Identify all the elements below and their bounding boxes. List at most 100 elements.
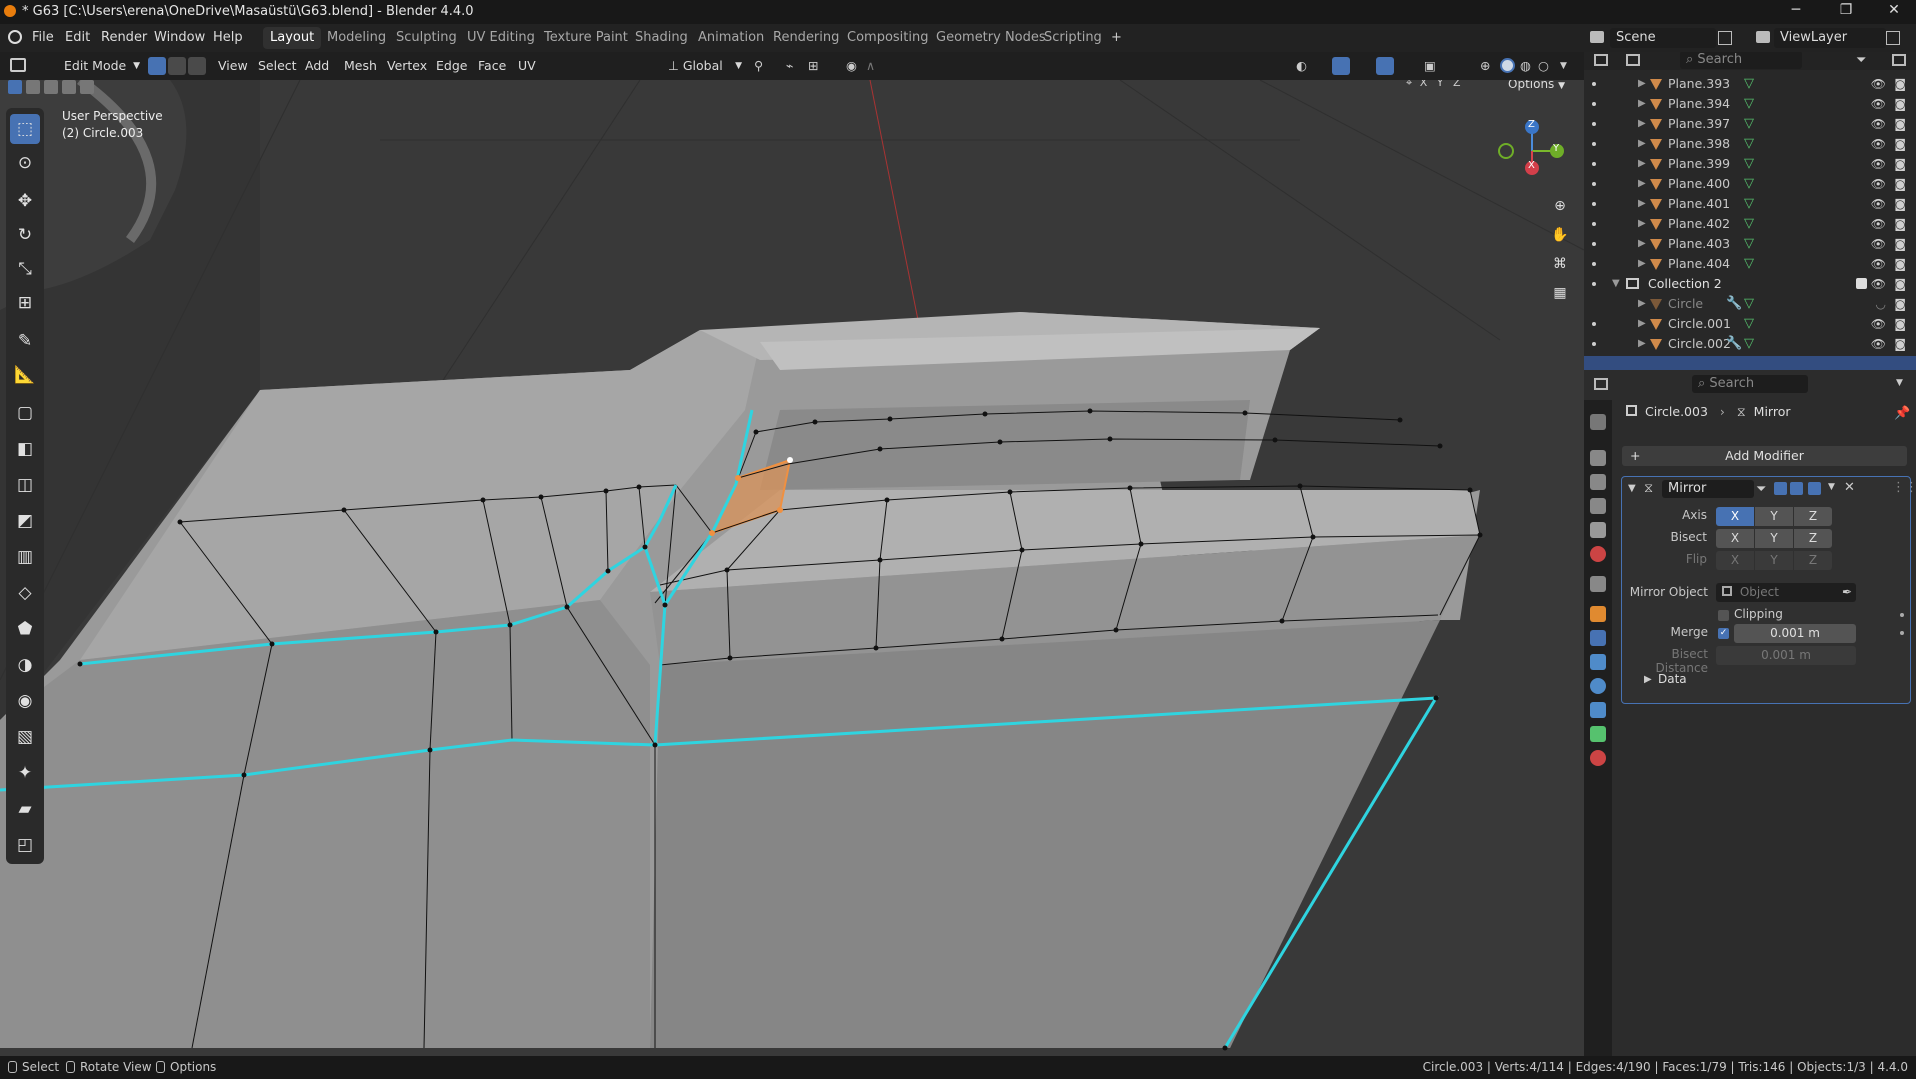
material-shading-icon[interactable]: ◍ (1520, 56, 1531, 76)
menu-window[interactable]: Window (154, 30, 205, 45)
blender-menu-icon[interactable] (8, 30, 22, 44)
visibility-eye-icon[interactable]: 👁 (1871, 134, 1886, 154)
menu-view[interactable]: View (218, 56, 248, 76)
viewport-toggle-icon[interactable] (1790, 482, 1803, 495)
smooth-tool-icon[interactable]: ◉ (10, 686, 40, 716)
properties-search-input[interactable]: ⌕ Search (1692, 375, 1808, 393)
expand-arrow-icon[interactable]: ▶ (1638, 174, 1646, 194)
menu-mesh[interactable]: Mesh (344, 56, 377, 76)
new-view-layer-icon[interactable] (1886, 31, 1900, 45)
scene-field[interactable]: Scene (1610, 28, 1716, 48)
mirror-object-field[interactable]: Object ✒ (1716, 583, 1856, 602)
mesh-data-tab-icon[interactable] (1590, 726, 1606, 742)
outliner-item[interactable]: ▶ Circle 🔧 ▽ ◡ ◙ (1584, 294, 1916, 314)
chevron-down-icon[interactable]: ▼ (1828, 482, 1835, 492)
bevel-tool-icon[interactable]: ◩ (10, 506, 40, 536)
visibility-eye-icon[interactable]: 👁 (1871, 194, 1886, 214)
expand-arrow-icon[interactable]: ▶ (1638, 294, 1646, 314)
output-tab-icon[interactable] (1590, 474, 1606, 490)
render-camera-icon[interactable]: ◙ (1894, 134, 1906, 154)
menu-vertex[interactable]: Vertex (387, 56, 427, 76)
select-invert-icon[interactable] (62, 80, 76, 94)
collection-tab-icon[interactable] (1590, 576, 1606, 592)
expand-arrow-icon[interactable]: ▶ (1638, 74, 1646, 94)
spin-tool-icon[interactable]: ◑ (10, 650, 40, 680)
editor-type-icon[interactable] (10, 58, 26, 72)
outliner-item[interactable]: ▶ Plane.394 ▽ 👁 ◙ (1584, 94, 1916, 114)
outliner-item[interactable]: ▶ Plane.393 ▽ 👁 ◙ (1584, 74, 1916, 94)
visibility-eye-icon[interactable]: 👁 (1871, 254, 1886, 274)
menu-render[interactable]: Render (101, 30, 147, 45)
world-tab-icon[interactable] (1590, 546, 1606, 562)
bisect-distance-field[interactable]: 0.001 m (1716, 646, 1856, 665)
render-camera-icon[interactable]: ◙ (1894, 254, 1906, 274)
outliner-item[interactable]: ▶ Plane.401 ▽ 👁 ◙ (1584, 194, 1916, 214)
material-tab-icon[interactable] (1590, 750, 1606, 766)
maximize-button[interactable]: ❐ (1826, 2, 1866, 22)
pivot-icon[interactable]: ⚲ (754, 56, 763, 76)
modifier-wrench-tab-icon[interactable] (1590, 630, 1606, 646)
render-camera-icon[interactable]: ◙ (1894, 174, 1906, 194)
new-scene-icon[interactable] (1718, 31, 1732, 45)
visibility-eye-icon[interactable]: 👁 (1871, 274, 1886, 294)
select-box-tool-icon[interactable]: ⬚ (10, 114, 40, 144)
expand-arrow-icon[interactable]: ▶ (1638, 114, 1646, 134)
display-mode-icon[interactable] (1626, 54, 1640, 66)
collection-checkbox-icon[interactable] (1856, 278, 1867, 289)
tab-uv-editing[interactable]: UV Editing (460, 27, 542, 49)
object-tab-icon[interactable] (1590, 606, 1606, 622)
edit-cage-icon[interactable]: ⏷ (1756, 482, 1766, 497)
shrink-fatten-tool-icon[interactable]: ✦ (10, 758, 40, 788)
options-dropdown[interactable]: Options ▼ (1508, 80, 1565, 94)
outliner-item[interactable]: ▶ Circle.001 ▽ 👁 ◙ (1584, 314, 1916, 334)
render-toggle-icon[interactable] (1808, 482, 1821, 495)
menu-add[interactable]: Add (305, 56, 329, 76)
expand-arrow-icon[interactable]: ▶ (1638, 334, 1646, 354)
wireframe-shading-icon[interactable]: ⊕ (1480, 56, 1490, 76)
editmode-toggle-icon[interactable] (1774, 482, 1787, 495)
outliner-item[interactable]: ▶ Plane.402 ▽ 👁 ◙ (1584, 214, 1916, 234)
add-workspace-button[interactable]: + (1104, 27, 1129, 49)
selected-vertex[interactable] (709, 530, 715, 536)
chevron-down-icon[interactable]: ▼ (1896, 378, 1903, 388)
rip-region-tool-icon[interactable]: ◰ (10, 830, 40, 860)
loop-cut-tool-icon[interactable]: ▥ (10, 542, 40, 572)
xray-icon[interactable]: ▣ (1424, 56, 1436, 76)
merge-checkbox[interactable]: ✓ (1718, 628, 1729, 639)
edge-slide-tool-icon[interactable]: ▧ (10, 722, 40, 752)
overlay-toggle-icon[interactable] (1376, 57, 1394, 75)
outliner-item[interactable]: ▶ Plane.403 ▽ 👁 ◙ (1584, 234, 1916, 254)
visibility-eye-icon[interactable]: 👁 (1871, 174, 1886, 194)
outliner-editor-type-icon[interactable] (1594, 54, 1608, 66)
view-layer-tab-icon[interactable] (1590, 498, 1606, 514)
pin-icon[interactable]: 📌 (1894, 406, 1910, 421)
keyframe-dot-icon[interactable] (1900, 613, 1904, 617)
outliner-item[interactable]: ▶ Plane.399 ▽ 👁 ◙ (1584, 154, 1916, 174)
snap-target-icon[interactable]: ⊞ (808, 56, 818, 76)
flip-x-toggle[interactable]: X (1716, 551, 1754, 570)
outliner-collection[interactable]: ▼ Collection 2 👁 ◙ (1584, 274, 1916, 294)
annotate-tool-icon[interactable]: ✎ (10, 326, 40, 356)
menu-select[interactable]: Select (258, 56, 297, 76)
view-layer-field[interactable]: ViewLayer (1774, 28, 1886, 48)
expand-arrow-icon[interactable]: ▶ (1638, 254, 1646, 274)
cursor-tool-icon[interactable]: ⊙ (10, 148, 40, 178)
new-collection-icon[interactable] (1892, 54, 1906, 66)
outliner-item[interactable]: ▶ Plane.397 ▽ 👁 ◙ (1584, 114, 1916, 134)
expand-arrow-icon[interactable]: ▶ (1638, 314, 1646, 334)
drag-handle-icon[interactable]: ⋮⋮ (1892, 480, 1916, 495)
eyedropper-icon[interactable]: ✒ (1842, 583, 1852, 602)
select-subtract-icon[interactable] (44, 80, 58, 94)
active-vertex[interactable] (787, 457, 793, 463)
keyframe-dot-icon[interactable] (1900, 631, 1904, 635)
tab-shading[interactable]: Shading (628, 27, 695, 49)
axis-y-toggle[interactable]: Y (1755, 507, 1793, 526)
select-extend-icon[interactable] (26, 80, 40, 94)
tab-sculpting[interactable]: Sculpting (389, 27, 464, 49)
properties-editor-type-icon[interactable] (1594, 378, 1608, 390)
falloff-icon[interactable]: ∧ (866, 56, 875, 76)
gizmo-toggle-icon[interactable] (1332, 57, 1350, 75)
menu-edit[interactable]: Edit (65, 30, 90, 45)
data-subpanel-label[interactable]: Data (1658, 672, 1687, 686)
bisect-z-toggle[interactable]: Z (1794, 529, 1832, 548)
